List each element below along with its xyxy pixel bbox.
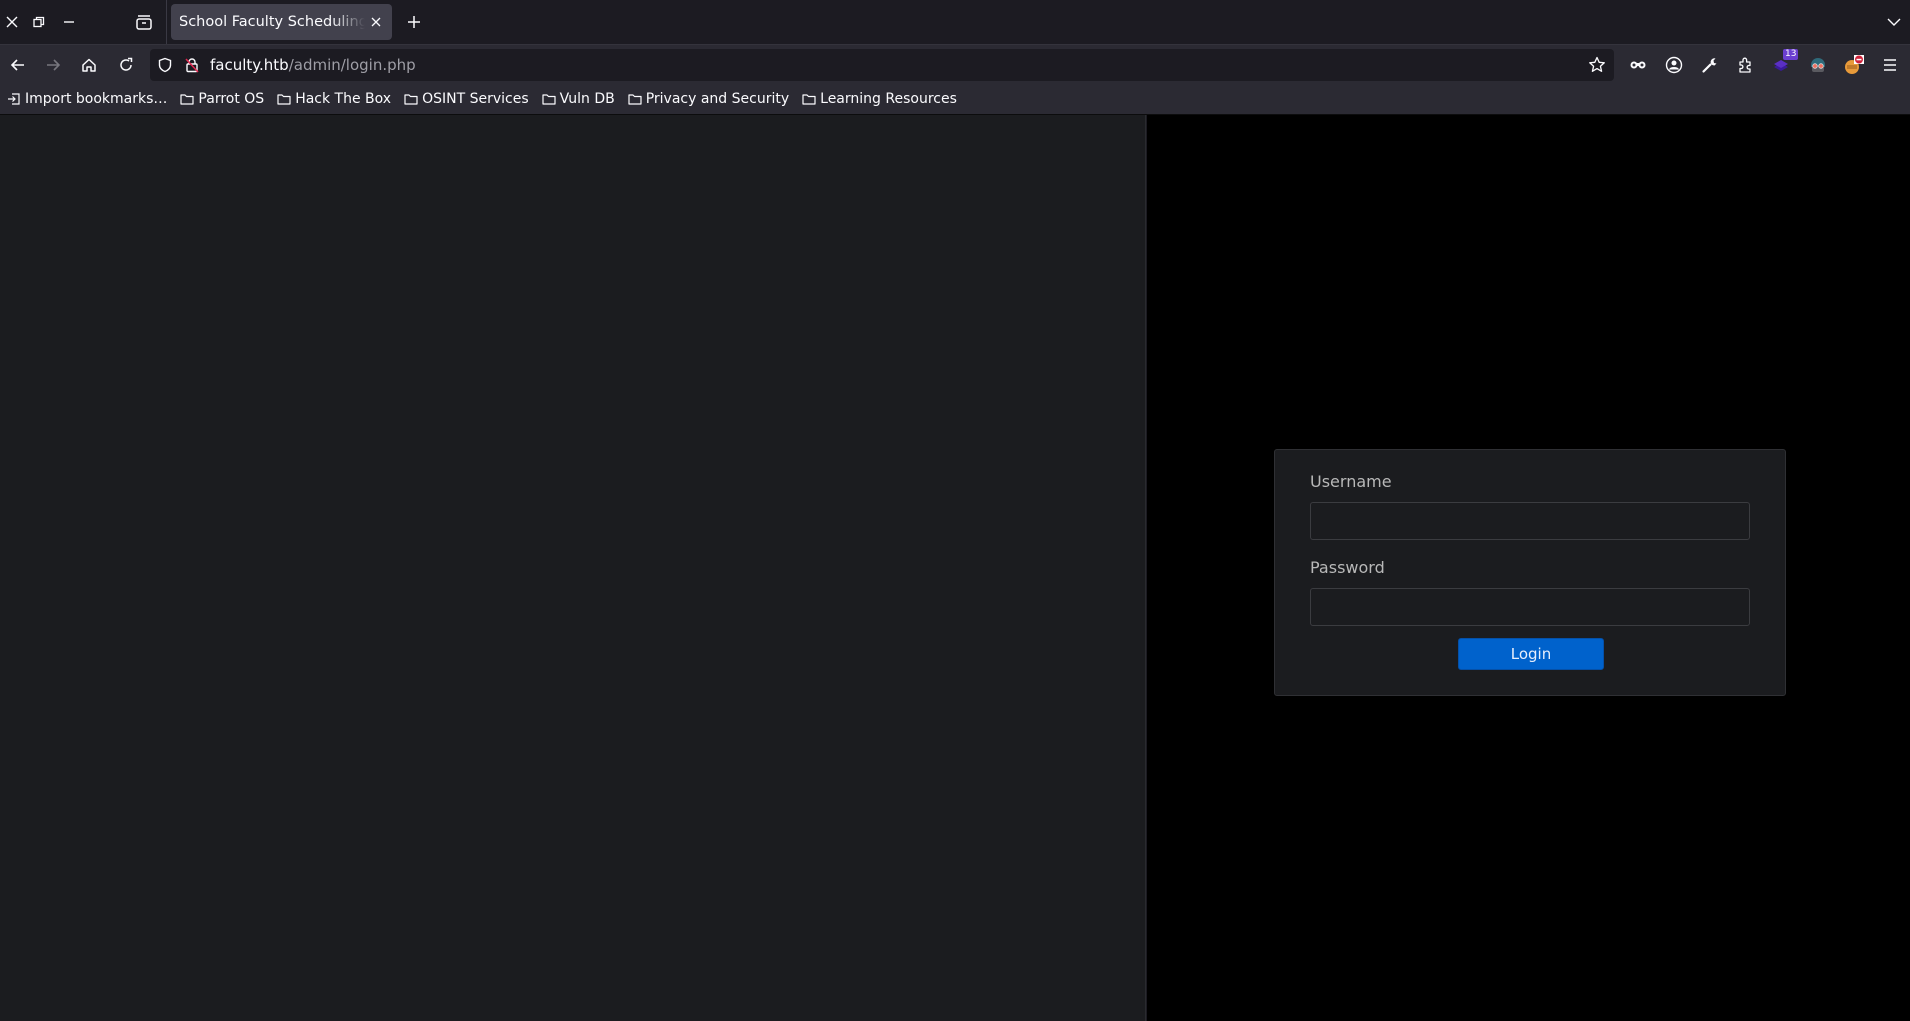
extensions-puzzle-icon[interactable] bbox=[1734, 53, 1758, 77]
close-window-icon[interactable] bbox=[0, 10, 24, 34]
username-input[interactable] bbox=[1310, 502, 1750, 540]
bookmark-label: Learning Resources bbox=[820, 91, 957, 107]
tab-separator bbox=[166, 0, 167, 44]
hamburger-menu-icon[interactable] bbox=[1878, 53, 1902, 77]
extension-badge-count: 13 bbox=[1783, 49, 1799, 60]
private-mask-icon[interactable] bbox=[1626, 53, 1650, 77]
bookmark-folder-parrot-os[interactable]: Parrot OS bbox=[179, 91, 264, 107]
bookmark-label: Vuln DB bbox=[559, 91, 615, 107]
account-icon[interactable] bbox=[1662, 53, 1686, 77]
url-bar[interactable]: faculty.htb/admin/login.php bbox=[150, 49, 1614, 81]
bookmark-folder-learning-resources[interactable]: Learning Resources bbox=[801, 91, 957, 107]
password-input[interactable] bbox=[1310, 588, 1750, 626]
folder-icon bbox=[801, 91, 817, 107]
bookmark-label: Privacy and Security bbox=[645, 91, 790, 107]
insecure-lock-icon[interactable] bbox=[183, 56, 201, 74]
tab-title: School Faculty Scheduling System bbox=[179, 14, 365, 30]
url-path: /admin/login.php bbox=[288, 56, 416, 74]
page-content: Username Password Login bbox=[0, 115, 1910, 1021]
bookmark-import[interactable]: Import bookmarks… bbox=[6, 91, 167, 107]
tab-strip: School Faculty Scheduling System bbox=[0, 0, 1910, 44]
chevron-down-icon[interactable] bbox=[1884, 12, 1904, 32]
bookmark-folder-vuln-db[interactable]: Vuln DB bbox=[541, 91, 615, 107]
right-panel: Username Password Login bbox=[1147, 115, 1910, 1021]
folder-icon bbox=[627, 91, 643, 107]
folder-icon bbox=[541, 91, 557, 107]
username-label: Username bbox=[1310, 472, 1392, 491]
password-label: Password bbox=[1310, 558, 1385, 577]
forward-icon[interactable] bbox=[41, 53, 65, 77]
hacker-avatar-extension-icon[interactable] bbox=[1806, 53, 1830, 77]
tab-active[interactable]: School Faculty Scheduling System bbox=[171, 4, 392, 40]
bookmark-folder-privacy-and-security[interactable]: Privacy and Security bbox=[627, 91, 789, 107]
close-tab-icon[interactable] bbox=[368, 14, 384, 30]
blocker-extension-icon[interactable] bbox=[1842, 53, 1866, 77]
wrench-icon[interactable] bbox=[1698, 53, 1722, 77]
restore-window-icon[interactable] bbox=[27, 10, 51, 34]
folder-icon bbox=[276, 91, 292, 107]
bookmark-label: Parrot OS bbox=[198, 91, 265, 107]
import-icon bbox=[6, 91, 22, 107]
bookmark-label: OSINT Services bbox=[422, 91, 529, 107]
navigation-toolbar: faculty.htb/admin/login.php 13 bbox=[0, 44, 1910, 84]
login-form: Username Password Login bbox=[1274, 449, 1786, 696]
bookmark-label: Hack The Box bbox=[295, 91, 392, 107]
bookmarks-toolbar: Import bookmarks… Parrot OS Hack The Box… bbox=[0, 84, 1910, 115]
url-text[interactable]: faculty.htb/admin/login.php bbox=[210, 56, 416, 74]
folder-icon bbox=[179, 91, 195, 107]
bookmark-label: Import bookmarks… bbox=[25, 91, 168, 107]
reload-icon[interactable] bbox=[114, 53, 138, 77]
login-button[interactable]: Login bbox=[1458, 638, 1604, 670]
bookmark-folder-hack-the-box[interactable]: Hack The Box bbox=[276, 91, 391, 107]
tracking-protection-shield-icon[interactable] bbox=[156, 56, 174, 74]
firefox-view-icon[interactable] bbox=[132, 10, 156, 34]
home-icon[interactable] bbox=[77, 53, 101, 77]
folder-icon bbox=[403, 91, 419, 107]
new-tab-icon[interactable] bbox=[402, 10, 426, 34]
left-panel bbox=[0, 115, 1146, 1021]
back-icon[interactable] bbox=[6, 53, 30, 77]
url-host: faculty.htb bbox=[210, 56, 289, 74]
minimize-window-icon[interactable] bbox=[57, 10, 81, 34]
bookmark-star-icon[interactable] bbox=[1588, 56, 1606, 74]
layers-extension-icon[interactable]: 13 bbox=[1770, 49, 1799, 77]
bookmark-folder-osint-services[interactable]: OSINT Services bbox=[403, 91, 529, 107]
